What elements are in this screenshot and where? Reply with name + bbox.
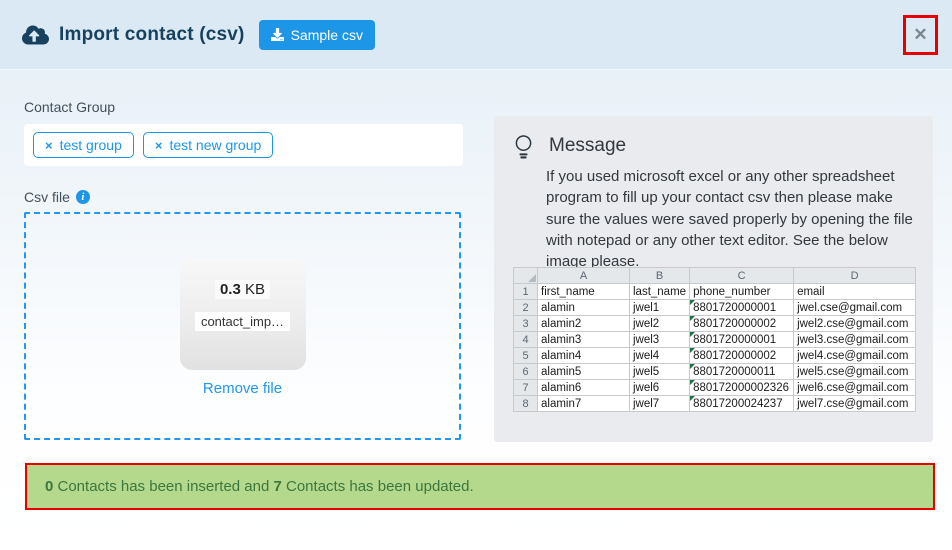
sample-csv-label: Sample csv: [291, 27, 363, 43]
spreadsheet-row: 6alamin5jwel58801720000011jwel5.cse@gmai…: [514, 364, 916, 380]
spreadsheet-column-header: C: [690, 268, 794, 284]
tag-label: test group: [60, 137, 122, 153]
spreadsheet-cell: jwel1: [630, 300, 690, 316]
remove-tag-icon[interactable]: ×: [45, 139, 53, 152]
spreadsheet-cell: 8801720000002: [690, 316, 794, 332]
close-annotation-box: ✕: [903, 15, 938, 55]
spreadsheet-cell: jwel2: [630, 316, 690, 332]
message-header: Message: [494, 116, 933, 160]
contact-group-tag[interactable]: × test group: [33, 132, 134, 158]
spreadsheet-row: 4alamin3jwel38801720000001jwel3.cse@gmai…: [514, 332, 916, 348]
file-size: 0.3 KB: [215, 280, 270, 299]
spreadsheet-row: 5alamin4jwel48801720000002jwel4.cse@gmai…: [514, 348, 916, 364]
cloud-upload-icon: [22, 24, 49, 46]
spreadsheet-cell: jwel5: [630, 364, 690, 380]
spreadsheet-row-number: 6: [514, 364, 538, 380]
message-title: Message: [549, 135, 626, 157]
modal-title-group: Import contact (csv): [22, 24, 245, 46]
spreadsheet-cell: jwel3: [630, 332, 690, 348]
file-name: contact_imp…: [195, 312, 290, 331]
spreadsheet-cell: alamin: [538, 300, 630, 316]
spreadsheet-cell: alamin3: [538, 332, 630, 348]
spreadsheet-row: 1first_namelast_namephone_numberemail: [514, 284, 916, 300]
spreadsheet-cell: phone_number: [690, 284, 794, 300]
spreadsheet-rows: ABCD1first_namelast_namephone_numberemai…: [514, 268, 916, 412]
spreadsheet-cell: jwel5.cse@gmail.com: [794, 364, 916, 380]
spreadsheet-cell: alamin6: [538, 380, 630, 396]
download-icon: [271, 28, 284, 41]
spreadsheet-cell: jwel4: [630, 348, 690, 364]
spreadsheet-table: ABCD1first_namelast_namephone_numberemai…: [513, 267, 916, 412]
spreadsheet-row: 3alamin2jwel28801720000002jwel2.cse@gmai…: [514, 316, 916, 332]
spreadsheet-cell: alamin4: [538, 348, 630, 364]
message-panel: Message If you used microsoft excel or a…: [494, 116, 933, 442]
spreadsheet-corner-cell: [514, 268, 538, 284]
contact-group-select[interactable]: × test group × test new group: [24, 124, 463, 166]
spreadsheet-cell: alamin2: [538, 316, 630, 332]
csv-dropzone[interactable]: 0.3 KB contact_imp… Remove file: [24, 212, 461, 440]
spreadsheet-cell: last_name: [630, 284, 690, 300]
spreadsheet-cell: jwel2.cse@gmail.com: [794, 316, 916, 332]
spreadsheet-row-number: 3: [514, 316, 538, 332]
spreadsheet-column-header: B: [630, 268, 690, 284]
message-body: If you used microsoft excel or any other…: [494, 160, 933, 272]
spreadsheet-row-number: 8: [514, 396, 538, 412]
spreadsheet-row: 8alamin7jwel788017200024237jwel7.cse@gma…: [514, 396, 916, 412]
spreadsheet-cell: 88017200024237: [690, 396, 794, 412]
page-title: Import contact (csv): [59, 24, 245, 46]
spreadsheet-cell: alamin5: [538, 364, 630, 380]
spreadsheet-cell: jwel7: [630, 396, 690, 412]
spreadsheet-cell: jwel6: [630, 380, 690, 396]
modal-header: Import contact (csv) Sample csv ✕: [0, 0, 952, 70]
close-icon[interactable]: ✕: [913, 26, 927, 43]
spreadsheet-row-number: 1: [514, 284, 538, 300]
spreadsheet-row-number: 4: [514, 332, 538, 348]
spreadsheet-cell: 8801720000002: [690, 348, 794, 364]
spreadsheet-cell: 8801720000001: [690, 300, 794, 316]
sample-csv-button[interactable]: Sample csv: [259, 20, 375, 50]
spreadsheet-row: 2alaminjwel18801720000001jwel.cse@gmail.…: [514, 300, 916, 316]
spreadsheet-header-row: ABCD: [514, 268, 916, 284]
spreadsheet-row-number: 7: [514, 380, 538, 396]
spreadsheet-image: ABCD1first_namelast_namephone_numberemai…: [513, 267, 916, 412]
lightbulb-icon: [513, 134, 534, 160]
spreadsheet-column-header: D: [794, 268, 916, 284]
import-contact-modal: Import contact (csv) Sample csv ✕ Contac…: [0, 0, 952, 550]
uploaded-file-card: 0.3 KB contact_imp…: [180, 258, 306, 370]
spreadsheet-row-number: 2: [514, 300, 538, 316]
import-result-alert: 0 Contacts has been inserted and 7 Conta…: [25, 463, 935, 510]
tag-label: test new group: [169, 137, 261, 153]
contact-group-label: Contact Group: [24, 99, 115, 115]
csv-file-label: Csv file: [24, 189, 70, 205]
remove-tag-icon[interactable]: ×: [155, 139, 163, 152]
spreadsheet-cell: jwel6.cse@gmail.com: [794, 380, 916, 396]
alert-text: 0 Contacts has been inserted and 7 Conta…: [45, 478, 474, 495]
spreadsheet-cell: jwel7.cse@gmail.com: [794, 396, 916, 412]
spreadsheet-row: 7alamin6jwel6880172000002326jwel6.cse@gm…: [514, 380, 916, 396]
spreadsheet-cell: first_name: [538, 284, 630, 300]
spreadsheet-cell: jwel.cse@gmail.com: [794, 300, 916, 316]
spreadsheet-column-header: A: [538, 268, 630, 284]
spreadsheet-cell: 8801720000001: [690, 332, 794, 348]
spreadsheet-cell: 8801720000011: [690, 364, 794, 380]
csv-file-label-row: Csv file i: [24, 189, 90, 205]
info-icon[interactable]: i: [76, 190, 90, 204]
spreadsheet-row-number: 5: [514, 348, 538, 364]
contact-group-tag[interactable]: × test new group: [143, 132, 273, 158]
spreadsheet-cell: alamin7: [538, 396, 630, 412]
spreadsheet-cell: email: [794, 284, 916, 300]
spreadsheet-cell: jwel3.cse@gmail.com: [794, 332, 916, 348]
spreadsheet-cell: 880172000002326: [690, 380, 794, 396]
remove-file-link[interactable]: Remove file: [203, 380, 282, 397]
spreadsheet-cell: jwel4.cse@gmail.com: [794, 348, 916, 364]
